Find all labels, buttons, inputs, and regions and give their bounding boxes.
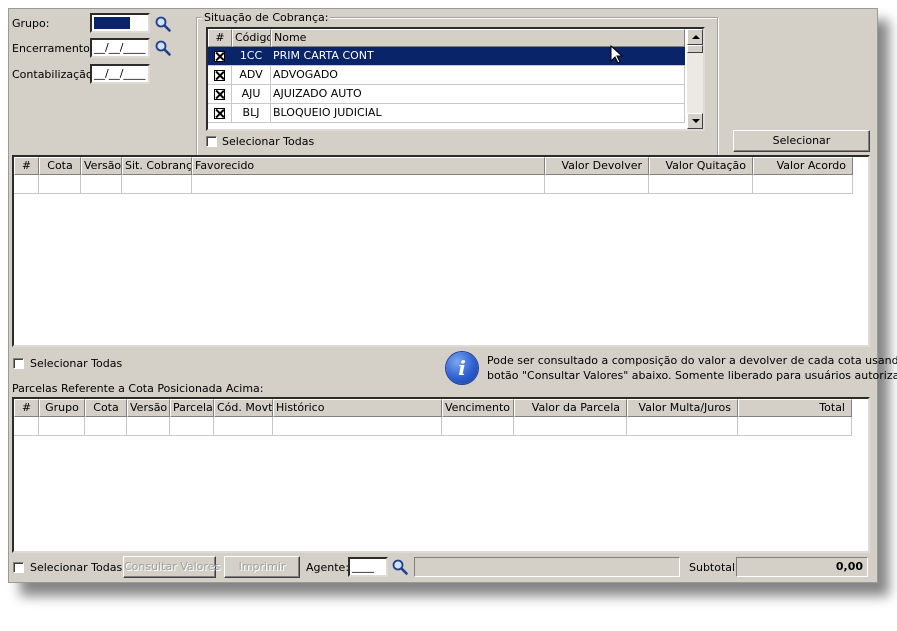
contabilizacao-label: Contabilização: <box>12 68 97 81</box>
parcelas-header-versao[interactable]: Versão <box>127 399 170 417</box>
checked-icon <box>214 69 225 81</box>
table-cell[interactable] <box>545 175 649 194</box>
parcelas-header-valor-parcela[interactable]: Valor da Parcela <box>514 399 627 417</box>
table-cell[interactable] <box>649 175 753 194</box>
parcelas-header-historico[interactable]: Histórico <box>273 399 442 417</box>
cotas-select-all-checkbox[interactable] <box>13 358 24 369</box>
parcelas-select-all-label: Selecionar Todas <box>30 561 123 574</box>
cotas-header-valor-acordo[interactable]: Valor Acordo <box>753 157 853 175</box>
parcelas-header-cod-movto[interactable]: Cód. Movto. <box>214 399 273 417</box>
row-checkbox[interactable] <box>208 66 232 84</box>
table-cell[interactable] <box>192 175 545 194</box>
situacao-select-all-label: Selecionar Todas <box>222 135 315 148</box>
situacao-codigo: 1CC <box>232 47 271 65</box>
parcelas-header-valor-multa-juros[interactable]: Valor Multa/Juros <box>627 399 738 417</box>
parcelas-header-grupo[interactable]: Grupo <box>39 399 85 417</box>
encerramento-field[interactable]: __/__/____ <box>90 38 150 58</box>
situacao-nome: BLOQUEIO JUDICIAL <box>271 104 685 122</box>
parcelas-select-all-checkbox[interactable] <box>13 562 24 573</box>
situacao-grid[interactable]: # Código Nome 1CC PRIM CARTA CONT ADV AD… <box>206 27 705 131</box>
situacao-header-hash[interactable]: # <box>208 29 232 47</box>
situacao-row[interactable]: ADV ADVOGADO <box>208 66 685 85</box>
table-cell[interactable] <box>122 175 192 194</box>
situacao-row[interactable]: BLJ BLOQUEIO JUDICIAL <box>208 104 685 123</box>
table-cell[interactable] <box>442 417 514 436</box>
table-cell[interactable] <box>627 417 738 436</box>
parcelas-label: Parcelas Referente a Cota Posicionada Ac… <box>12 382 264 395</box>
subtotal-value: 0,00 <box>736 557 868 577</box>
table-cell[interactable] <box>39 175 81 194</box>
parcelas-grid[interactable]: # Grupo Cota Versão Parcela Cód. Movto. … <box>12 397 870 553</box>
contabilizacao-field[interactable]: __/__/____ <box>90 64 150 84</box>
cotas-header-valor-quitacao[interactable]: Valor Quitação <box>649 157 753 175</box>
table-cell[interactable] <box>85 417 127 436</box>
agente-field[interactable]: ____ <box>348 557 388 577</box>
parcelas-header-vencimento[interactable]: Vencimento <box>442 399 514 417</box>
table-cell[interactable] <box>14 175 39 194</box>
table-cell[interactable] <box>214 417 273 436</box>
agente-label: Agente: <box>306 561 350 574</box>
cotas-header-valor-devolver[interactable]: Valor Devolver <box>545 157 649 175</box>
checked-icon <box>214 88 225 100</box>
consultar-valores-button[interactable]: Consultar Valores <box>123 556 220 578</box>
cotas-header-versao[interactable]: Versão <box>81 157 122 175</box>
row-checkbox[interactable] <box>208 104 232 122</box>
row-checkbox[interactable] <box>208 85 232 103</box>
situacao-row[interactable]: AJU AJUIZADO AUTO <box>208 85 685 104</box>
table-cell[interactable] <box>170 417 214 436</box>
scroll-down-arrow-icon[interactable] <box>687 113 703 129</box>
cotas-header-hash[interactable]: # <box>14 157 39 175</box>
search-icon[interactable] <box>154 39 172 57</box>
situacao-codigo: BLJ <box>232 104 271 122</box>
grupo-field[interactable] <box>90 13 150 33</box>
checked-icon <box>214 107 225 119</box>
situacao-header-codigo[interactable]: Código <box>232 29 271 47</box>
situacao-codigo: AJU <box>232 85 271 103</box>
scroll-thumb[interactable] <box>687 45 703 53</box>
scroll-up-arrow-icon[interactable] <box>687 29 703 45</box>
cotas-select-all-label: Selecionar Todas <box>30 357 123 370</box>
checked-icon <box>214 50 225 62</box>
table-cell[interactable] <box>127 417 170 436</box>
search-icon[interactable] <box>391 558 409 576</box>
table-cell[interactable] <box>514 417 627 436</box>
parcelas-header-total[interactable]: Total <box>738 399 852 417</box>
table-cell[interactable] <box>738 417 852 436</box>
table-cell[interactable] <box>14 417 39 436</box>
selecionar-button[interactable]: Selecionar <box>733 130 870 152</box>
row-checkbox[interactable] <box>208 47 232 65</box>
mouse-cursor-icon <box>610 45 624 64</box>
subtotal-label: Subtotal: <box>689 561 739 574</box>
cotas-header-cota[interactable]: Cota <box>39 157 81 175</box>
info-message-line2: botão "Consultar Valores" abaixo. Soment… <box>487 369 897 382</box>
table-cell[interactable] <box>753 175 853 194</box>
grupo-label: Grupo: <box>12 17 50 30</box>
situacao-scrollbar[interactable] <box>687 29 703 129</box>
situacao-codigo: ADV <box>232 66 271 84</box>
table-cell[interactable] <box>81 175 122 194</box>
cotas-header-favorecido[interactable]: Favorecido <box>192 157 545 175</box>
agente-name-display <box>414 557 680 577</box>
search-icon[interactable] <box>154 15 172 33</box>
situacao-nome: AJUIZADO AUTO <box>271 85 685 103</box>
situacao-title: Situação de Cobrança: <box>202 11 331 24</box>
cotas-header-sit-cobranca[interactable]: Sit. Cobrança <box>122 157 192 175</box>
table-cell[interactable] <box>273 417 442 436</box>
situacao-nome: ADVOGADO <box>271 66 685 84</box>
table-cell[interactable] <box>39 417 85 436</box>
encerramento-label: Encerramento: <box>12 42 94 55</box>
info-message-line1: Pode ser consultado a composição do valo… <box>487 354 897 367</box>
parcelas-header-cota[interactable]: Cota <box>85 399 127 417</box>
cotas-grid[interactable]: # Cota Versão Sit. Cobrança Favorecido V… <box>12 155 870 347</box>
info-icon: i <box>446 352 478 384</box>
parcelas-header-parcela[interactable]: Parcela <box>170 399 214 417</box>
form-window: Grupo: Encerramento: __/__/____ Contabil… <box>8 8 897 583</box>
situacao-select-all-checkbox[interactable] <box>206 136 217 147</box>
parcelas-header-hash[interactable]: # <box>14 399 39 417</box>
imprimir-button[interactable]: Imprimir <box>224 556 300 578</box>
